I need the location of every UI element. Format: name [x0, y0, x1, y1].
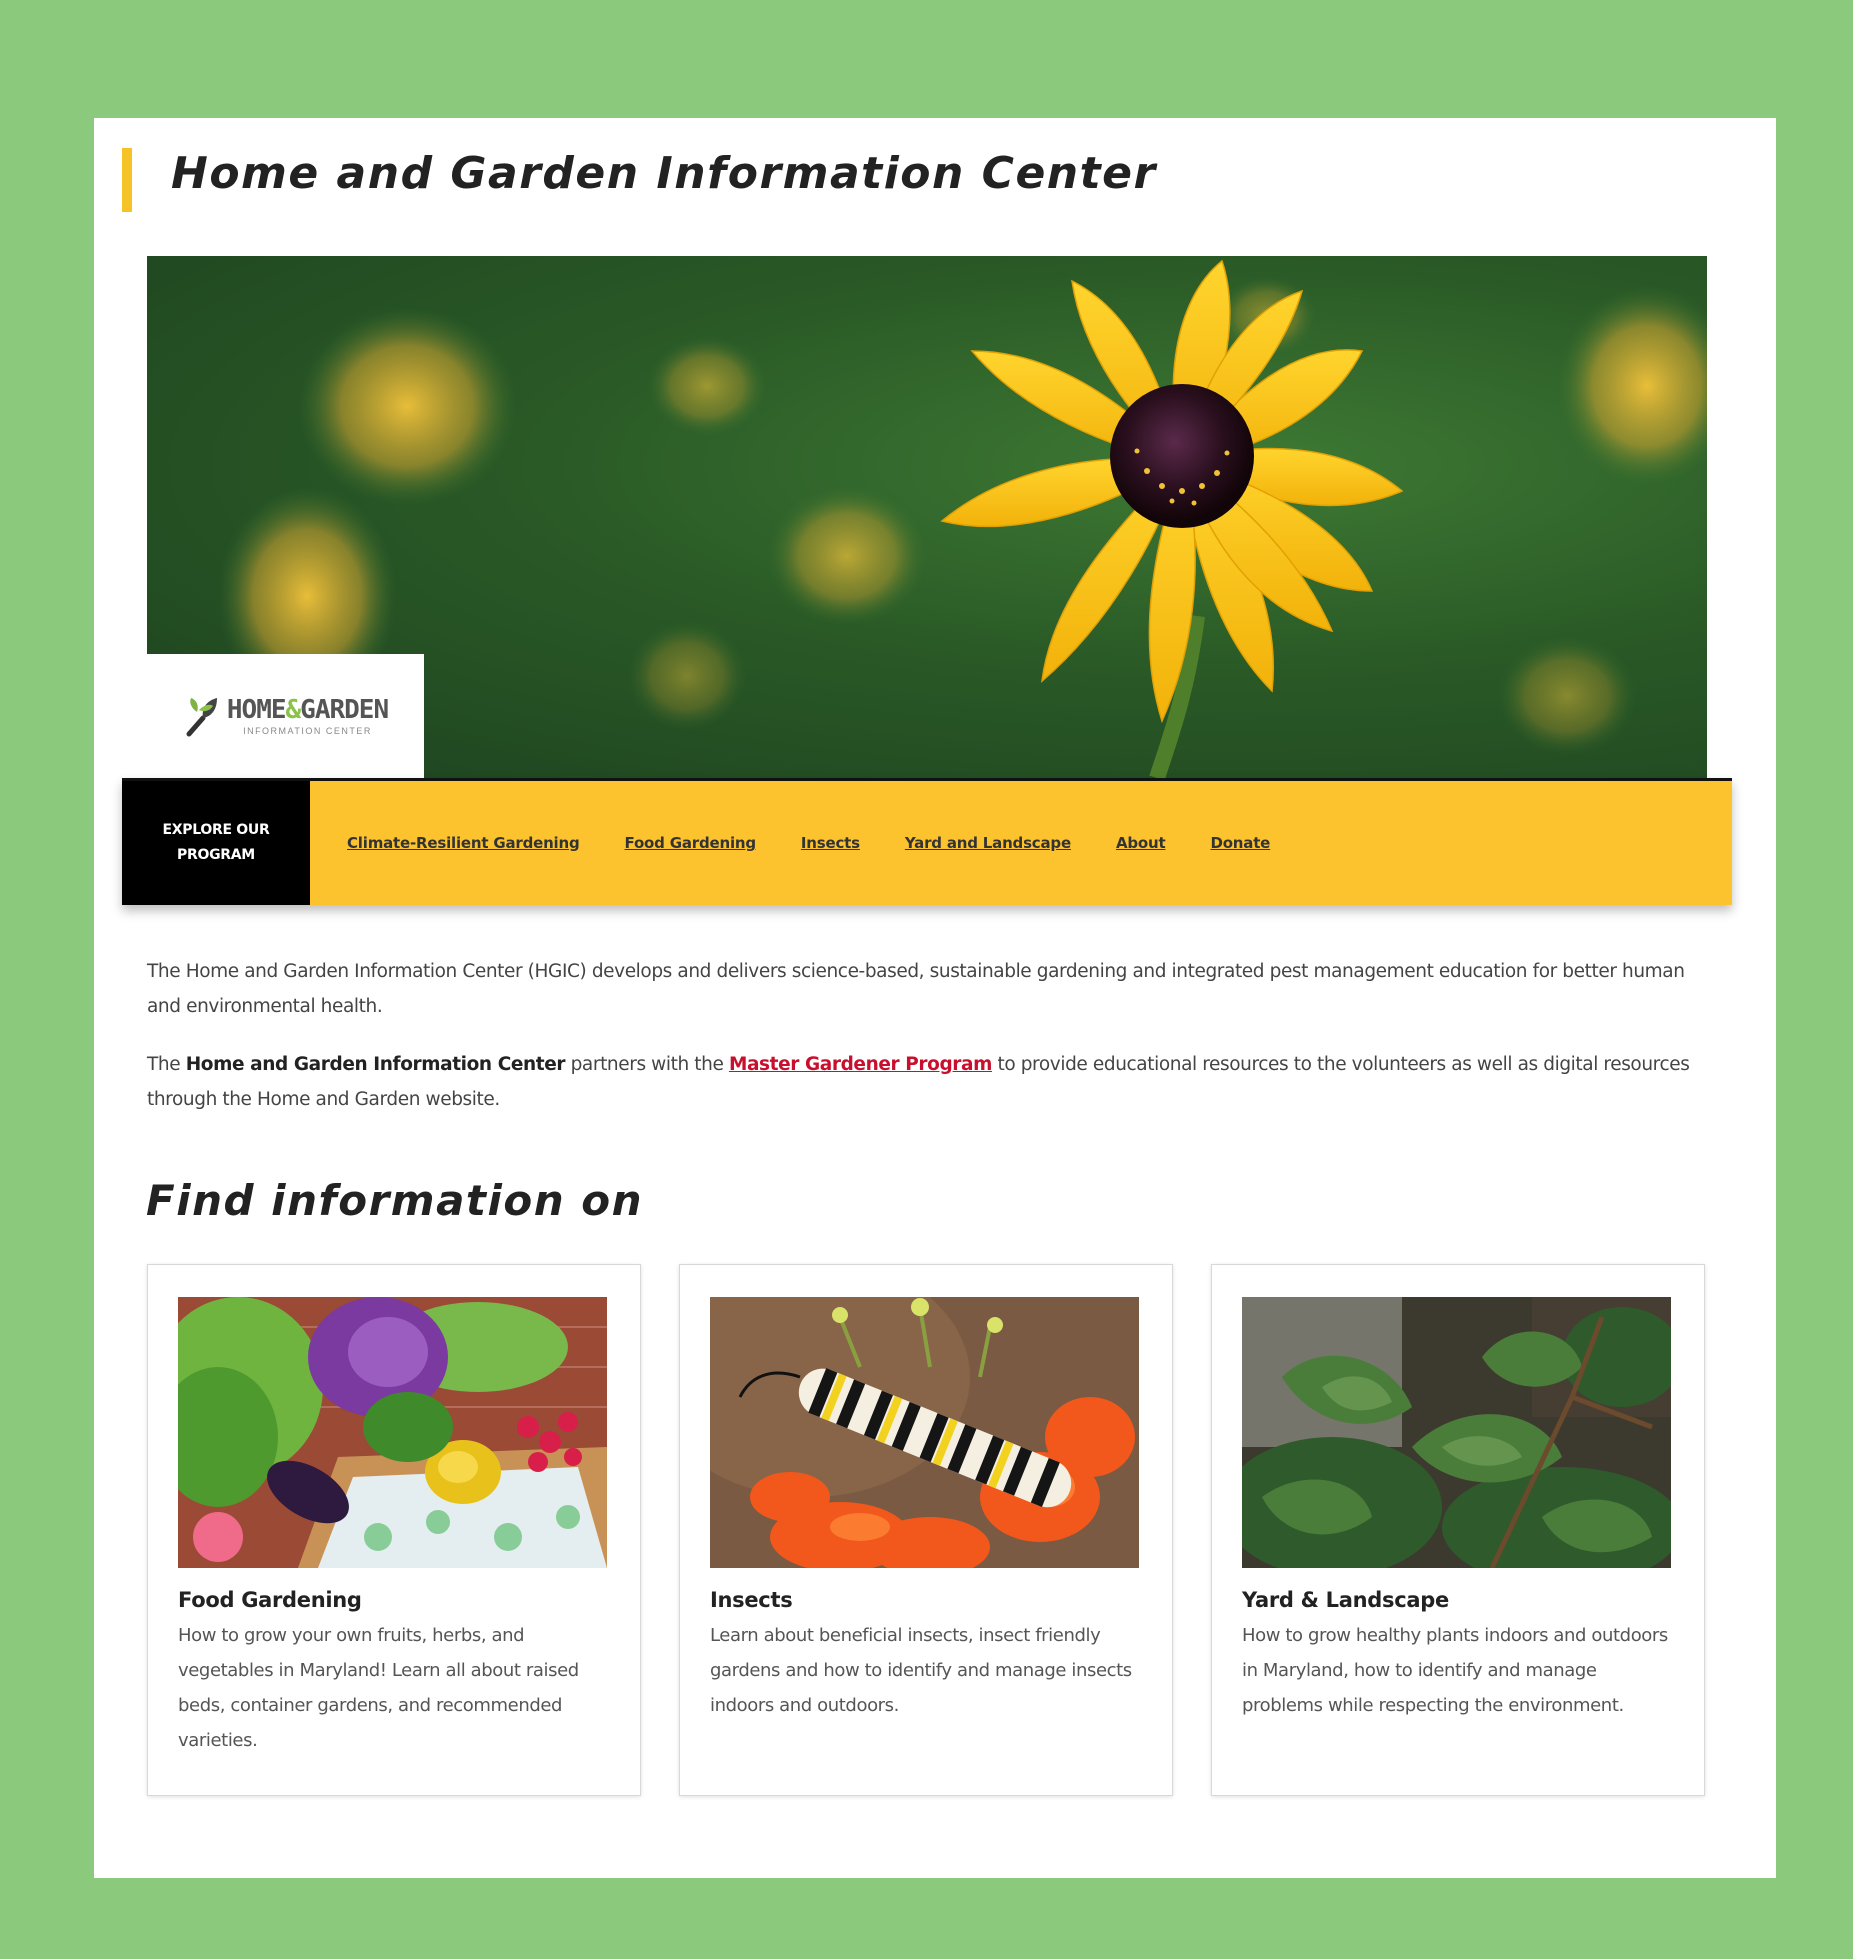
trowel-sprout-icon — [186, 698, 217, 737]
card-insects[interactable]: Insects Learn about beneficial insects, … — [679, 1264, 1173, 1796]
nav-link-insects[interactable]: Insects — [801, 834, 860, 852]
intro-text: The Home and Garden Information Center (… — [147, 954, 1717, 1140]
food-gardening-image[interactable] — [178, 1297, 607, 1568]
card-title[interactable]: Yard & Landscape — [1242, 1588, 1674, 1612]
intro-paragraph-2: The Home and Garden Information Center p… — [147, 1054, 1690, 1110]
card-title[interactable]: Food Gardening — [178, 1588, 610, 1612]
hgic-bold-name: Home and Garden Information Center — [185, 1054, 566, 1075]
card-food-gardening[interactable]: Food Gardening How to grow your own frui… — [147, 1264, 641, 1796]
logo-wordmark: HOME&GARDEN — [226, 694, 389, 725]
card-description: How to grow healthy plants indoors and o… — [1242, 1625, 1668, 1716]
title-accent-bar — [122, 148, 132, 212]
nav-link-yard-and-landscape[interactable]: Yard and Landscape — [905, 834, 1071, 852]
card-description: How to grow your own fruits, herbs, and … — [178, 1625, 579, 1751]
insects-image[interactable] — [710, 1297, 1139, 1568]
content-panel: Home and Garden Information Center HOME&… — [94, 118, 1776, 1878]
section-title: Find information on — [146, 1176, 644, 1225]
nav-link-climate-resilient-gardening[interactable]: Climate-Resilient Gardening — [347, 834, 580, 852]
yard-landscape-image[interactable] — [1242, 1297, 1671, 1568]
program-nav: EXPLORE OUR PROGRAM Climate-Resilient Ga… — [122, 778, 1732, 905]
master-gardener-link[interactable]: Master Gardener Program — [729, 1054, 992, 1075]
intro-paragraph-1: The Home and Garden Information Center (… — [147, 961, 1685, 1017]
hgic-logo[interactable]: HOME&GARDEN INFORMATION CENTER — [147, 654, 424, 778]
card-yard-landscape[interactable]: Yard & Landscape How to grow healthy pla… — [1211, 1264, 1705, 1796]
logo-subtitle: INFORMATION CENTER — [243, 725, 372, 736]
card-description: Learn about beneficial insects, insect f… — [710, 1625, 1132, 1716]
nav-link-about[interactable]: About — [1116, 834, 1166, 852]
nav-links: Climate-Resilient Gardening Food Gardeni… — [310, 781, 1732, 905]
card-title[interactable]: Insects — [710, 1588, 1142, 1612]
nav-link-donate[interactable]: Donate — [1210, 834, 1270, 852]
page-title: Home and Garden Information Center — [171, 148, 1157, 199]
explore-program-label: EXPLORE OUR PROGRAM — [122, 781, 310, 905]
nav-link-food-gardening[interactable]: Food Gardening — [625, 834, 757, 852]
